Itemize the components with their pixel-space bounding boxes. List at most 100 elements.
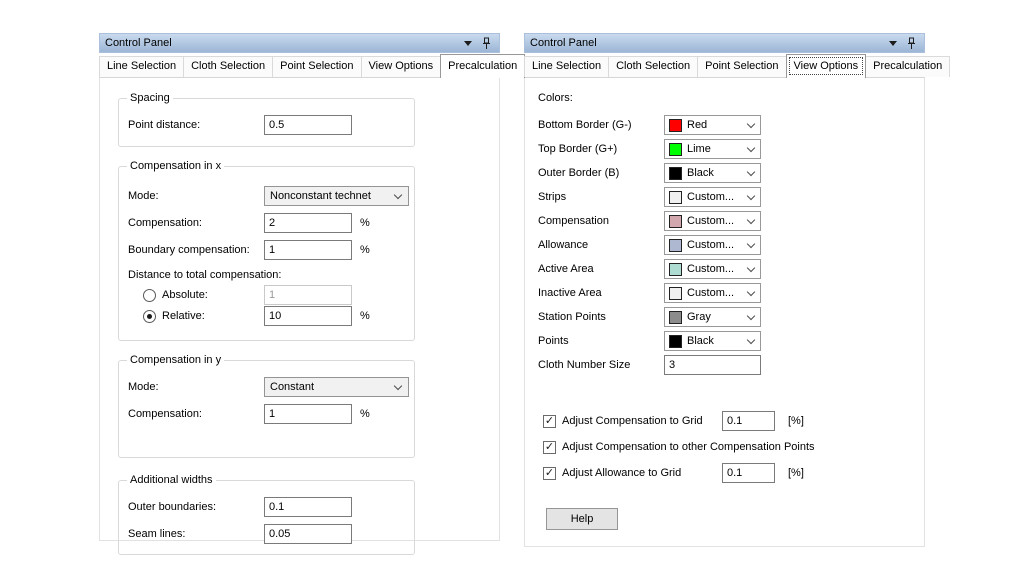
- boundary-compensation-input[interactable]: [264, 240, 352, 260]
- precalculation-tab-content: Spacing Point distance: Compensation in …: [99, 77, 500, 541]
- panel-titlebar[interactable]: Control Panel: [99, 33, 500, 53]
- color-row: Active Area Custom...: [538, 259, 761, 279]
- mode-label: Mode:: [128, 190, 264, 202]
- absolute-input: [264, 285, 352, 305]
- active-area-label: Active Area: [538, 263, 664, 275]
- chevron-down-icon: [394, 190, 402, 198]
- point-distance-input[interactable]: [264, 115, 352, 135]
- tab-precalculation[interactable]: Precalculation: [865, 56, 950, 77]
- auto-hide-pin-icon[interactable]: [907, 37, 916, 50]
- window-position-menu-icon[interactable]: [889, 41, 897, 46]
- color-swatch: [669, 263, 682, 276]
- tab-line-selection[interactable]: Line Selection: [524, 56, 609, 77]
- absolute-label: Absolute:: [162, 289, 208, 301]
- group-legend: Spacing: [127, 92, 173, 104]
- bottom-border-label: Bottom Border (G-): [538, 119, 664, 131]
- compensation-color-select[interactable]: Custom...: [664, 211, 761, 231]
- group-legend: Additional widths: [127, 474, 216, 486]
- mode-label: Mode:: [128, 381, 264, 393]
- adjust-allowance-grid-checkbox[interactable]: [543, 467, 556, 480]
- group-legend: Compensation in x: [127, 160, 224, 172]
- compensation-color-label: Compensation: [538, 215, 664, 227]
- chevron-down-icon: [747, 335, 755, 343]
- active-area-color-select[interactable]: Custom...: [664, 259, 761, 279]
- auto-hide-pin-icon[interactable]: [482, 37, 491, 50]
- cloth-number-size-input[interactable]: [664, 355, 761, 375]
- mode-x-select[interactable]: Nonconstant technet: [264, 186, 409, 206]
- color-row: Top Border (G+) Lime: [538, 139, 761, 159]
- chevron-down-icon: [747, 191, 755, 199]
- group-compensation-x: Compensation in x Mode: Nonconstant tech…: [118, 166, 415, 341]
- group-additional-widths: Additional widths Outer boundaries: Seam…: [118, 480, 415, 555]
- strips-color-select[interactable]: Custom...: [664, 187, 761, 207]
- chevron-down-icon: [747, 143, 755, 151]
- strips-label: Strips: [538, 191, 664, 203]
- points-label: Points: [538, 335, 664, 347]
- help-button[interactable]: Help: [546, 508, 618, 530]
- mode-y-select[interactable]: Constant: [264, 377, 409, 397]
- adjust-compensation-grid-label: Adjust Compensation to Grid: [562, 415, 722, 427]
- view-options-tab-content: Colors: Bottom Border (G-) Red Top Borde…: [524, 77, 925, 547]
- tab-cloth-selection[interactable]: Cloth Selection: [608, 56, 698, 77]
- compensation-y-input[interactable]: [264, 404, 352, 424]
- top-border-color-select[interactable]: Lime: [664, 139, 761, 159]
- panel-title: Control Panel: [530, 37, 889, 49]
- compensation-x-input[interactable]: [264, 213, 352, 233]
- colors-heading: Colors:: [538, 92, 573, 104]
- color-swatch: [669, 335, 682, 348]
- tab-cloth-selection[interactable]: Cloth Selection: [183, 56, 273, 77]
- tab-view-options[interactable]: View Options: [361, 56, 442, 77]
- allowance-label: Allowance: [538, 239, 664, 251]
- points-color-select[interactable]: Black: [664, 331, 761, 351]
- adjust-compensation-points-checkbox[interactable]: [543, 441, 556, 454]
- chevron-down-icon: [747, 167, 755, 175]
- adjust-allowance-grid-label: Adjust Allowance to Grid: [562, 467, 722, 479]
- allowance-color-select[interactable]: Custom...: [664, 235, 761, 255]
- color-swatch: [669, 311, 682, 324]
- adjust-compensation-points-label: Adjust Compensation to other Compensatio…: [562, 441, 815, 453]
- outer-border-color-select[interactable]: Black: [664, 163, 761, 183]
- panel-title: Control Panel: [105, 37, 464, 49]
- inactive-area-label: Inactive Area: [538, 287, 664, 299]
- bottom-border-color-select[interactable]: Red: [664, 115, 761, 135]
- percent-bracket-unit: [%]: [788, 415, 804, 427]
- tab-point-selection[interactable]: Point Selection: [697, 56, 786, 77]
- group-legend: Compensation in y: [127, 354, 224, 366]
- adjust-allowance-grid-input[interactable]: [722, 463, 775, 483]
- percent-unit: %: [360, 244, 370, 256]
- color-row: Outer Border (B) Black: [538, 163, 761, 183]
- relative-radio[interactable]: [143, 310, 156, 323]
- tab-view-options[interactable]: View Options: [786, 54, 867, 78]
- relative-input[interactable]: [264, 306, 352, 326]
- tabstrip: Line Selection Cloth Selection Point Sel…: [524, 53, 925, 77]
- panel-titlebar[interactable]: Control Panel: [524, 33, 925, 53]
- color-row: Station Points Gray: [538, 307, 761, 327]
- group-compensation-y: Compensation in y Mode: Constant Compens…: [118, 360, 415, 458]
- station-points-color-select[interactable]: Gray: [664, 307, 761, 327]
- absolute-radio[interactable]: [143, 289, 156, 302]
- control-panel-left: Control Panel Line Selection Cloth Selec…: [99, 33, 500, 541]
- chevron-down-icon: [747, 311, 755, 319]
- window-position-menu-icon[interactable]: [464, 41, 472, 46]
- seam-lines-label: Seam lines:: [128, 528, 264, 540]
- chevron-down-icon: [747, 239, 755, 247]
- tab-point-selection[interactable]: Point Selection: [272, 56, 361, 77]
- color-row: Allowance Custom...: [538, 235, 761, 255]
- color-swatch: [669, 239, 682, 252]
- color-row: Bottom Border (G-) Red: [538, 115, 761, 135]
- color-row: Points Black: [538, 331, 761, 351]
- chevron-down-icon: [394, 381, 402, 389]
- color-row: Strips Custom...: [538, 187, 761, 207]
- percent-bracket-unit: [%]: [788, 467, 804, 479]
- outer-boundaries-input[interactable]: [264, 497, 352, 517]
- seam-lines-input[interactable]: [264, 524, 352, 544]
- adjust-compensation-grid-checkbox[interactable]: [543, 415, 556, 428]
- adjust-compensation-grid-input[interactable]: [722, 411, 775, 431]
- inactive-area-color-select[interactable]: Custom...: [664, 283, 761, 303]
- tab-line-selection[interactable]: Line Selection: [99, 56, 184, 77]
- cloth-number-size-label: Cloth Number Size: [538, 359, 664, 371]
- percent-unit: %: [360, 310, 370, 322]
- outer-boundaries-label: Outer boundaries:: [128, 501, 264, 513]
- relative-label: Relative:: [162, 310, 205, 322]
- tab-precalculation[interactable]: Precalculation: [440, 54, 525, 78]
